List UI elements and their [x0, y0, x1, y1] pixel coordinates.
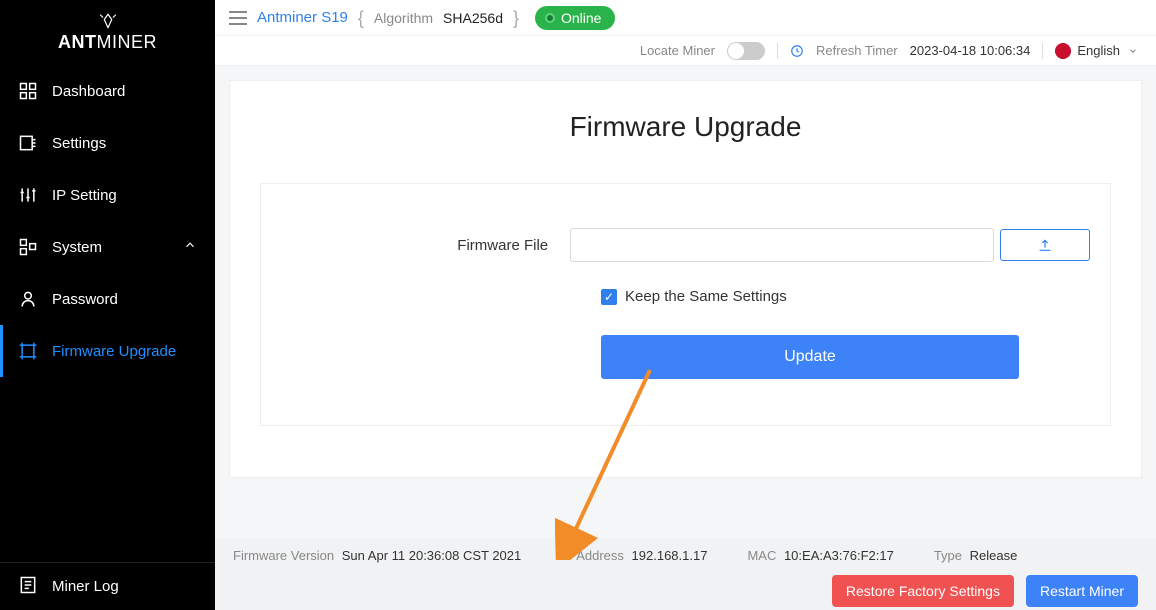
ip-address-value: 192.168.1.17 — [632, 548, 708, 563]
ip-address: IP Address 192.168.1.17 — [561, 548, 707, 563]
sidebar: ANTMINER Dashboard Settings IP Setting S… — [0, 0, 215, 610]
build-type: Type Release — [934, 548, 1018, 563]
miner-model: Antminer S19 — [257, 9, 348, 26]
keep-settings-label: Keep the Same Settings — [625, 288, 787, 305]
locate-miner-toggle[interactable] — [727, 42, 765, 60]
brand-name: ANTMINER — [58, 32, 157, 53]
sidebar-item-firmware-upgrade[interactable]: Firmware Upgrade — [0, 325, 215, 377]
firmware-file-input[interactable] — [570, 228, 994, 262]
firmware-upgrade-card: Firmware Upgrade Firmware File ✓ Keep th… — [229, 80, 1142, 478]
refresh-timer-value: 2023-04-18 10:06:34 — [910, 43, 1031, 58]
firmware-file-label: Firmware File — [281, 237, 570, 254]
type-value: Release — [970, 548, 1018, 563]
dashboard-icon — [18, 81, 38, 101]
upload-button[interactable] — [1000, 229, 1090, 261]
firmware-form: Firmware File ✓ Keep the Same Settings U… — [260, 183, 1111, 426]
sidebar-item-miner-log[interactable]: Miner Log — [0, 562, 215, 610]
firmware-version-value: Sun Apr 11 20:36:08 CST 2021 — [342, 548, 522, 563]
mac-value: 10:EA:A3:76:F2:17 — [784, 548, 894, 563]
sidebar-item-password[interactable]: Password — [0, 273, 215, 325]
brand-logo: ANTMINER — [0, 0, 215, 65]
algorithm-label: Algorithm — [374, 10, 433, 26]
language-label: English — [1077, 43, 1120, 58]
restart-miner-button[interactable]: Restart Miner — [1026, 575, 1138, 607]
system-icon — [18, 237, 38, 257]
keep-settings-checkbox[interactable]: ✓ Keep the Same Settings — [601, 288, 1090, 305]
footer: Firmware Version Sun Apr 11 20:36:08 CST… — [215, 538, 1156, 610]
firmware-version-label: Firmware Version — [233, 548, 334, 563]
brace-right: } — [513, 9, 519, 27]
checkbox-checked-icon: ✓ — [601, 289, 617, 305]
miner-log-icon — [18, 575, 38, 599]
flag-uk-icon — [1055, 43, 1071, 59]
ip-address-label: IP Address — [561, 548, 624, 563]
brace-left: { — [358, 9, 364, 27]
sub-toolbar: Locate Miner Refresh Timer 2023-04-18 10… — [215, 36, 1156, 66]
divider — [777, 43, 778, 59]
firmware-upgrade-icon — [18, 341, 38, 361]
page-title: Firmware Upgrade — [260, 111, 1111, 143]
password-icon — [18, 289, 38, 309]
upload-icon — [1037, 237, 1053, 253]
chevron-up-icon — [183, 238, 197, 256]
sidebar-item-label: System — [52, 239, 102, 256]
locate-miner-label: Locate Miner — [640, 43, 715, 58]
settings-icon — [18, 133, 38, 153]
chevron-down-icon — [1128, 46, 1138, 56]
hamburger-menu-icon[interactable] — [229, 11, 247, 25]
firmware-version: Firmware Version Sun Apr 11 20:36:08 CST… — [233, 548, 521, 563]
divider — [1042, 43, 1043, 59]
language-selector[interactable]: English — [1055, 43, 1138, 59]
status-badge: Online — [535, 6, 615, 30]
sidebar-item-label: Miner Log — [52, 578, 119, 595]
mac-address: MAC 10:EA:A3:76:F2:17 — [747, 548, 893, 563]
status-dot-icon — [545, 13, 555, 23]
type-label: Type — [934, 548, 962, 563]
sidebar-item-label: IP Setting — [52, 187, 117, 204]
algorithm-value: SHA256d — [443, 10, 503, 26]
sidebar-item-label: Firmware Upgrade — [52, 343, 176, 360]
antminer-logo-icon — [99, 12, 117, 30]
refresh-timer-label: Refresh Timer — [816, 43, 898, 58]
ip-setting-icon — [18, 185, 38, 205]
restore-factory-button[interactable]: Restore Factory Settings — [832, 575, 1014, 607]
update-button[interactable]: Update — [601, 335, 1019, 379]
main-content: Antminer S19 { Algorithm SHA256d } Onlin… — [215, 0, 1156, 610]
sidebar-item-label: Password — [52, 291, 118, 308]
sidebar-item-label: Settings — [52, 135, 106, 152]
sidebar-item-dashboard[interactable]: Dashboard — [0, 65, 215, 117]
mac-label: MAC — [747, 548, 776, 563]
sidebar-item-ip-setting[interactable]: IP Setting — [0, 169, 215, 221]
sidebar-item-label: Dashboard — [52, 83, 125, 100]
refresh-timer-icon — [790, 44, 804, 58]
sidebar-item-settings[interactable]: Settings — [0, 117, 215, 169]
sidebar-item-system[interactable]: System — [0, 221, 215, 273]
topbar: Antminer S19 { Algorithm SHA256d } Onlin… — [215, 0, 1156, 36]
status-text: Online — [561, 10, 601, 26]
